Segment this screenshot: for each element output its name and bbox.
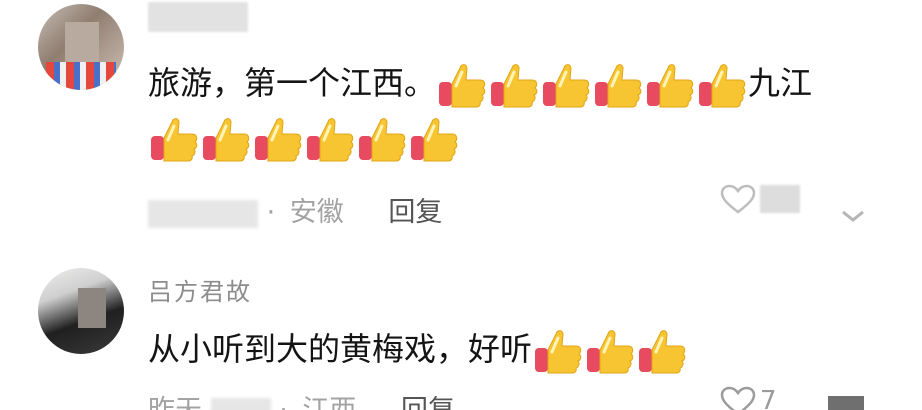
avatar[interactable]	[38, 268, 124, 354]
comment-meta: · 安徽 回复	[148, 190, 442, 229]
like-button[interactable]	[720, 184, 804, 214]
username[interactable]: 吕方君故	[148, 272, 252, 307]
more-icon[interactable]	[828, 396, 864, 410]
time-redacted	[148, 199, 258, 228]
thumbs-up-emoji	[200, 114, 252, 164]
comment-meta: 昨天 · 江西 回复	[148, 388, 455, 410]
like-button[interactable]: 7	[720, 386, 777, 410]
thumbs-up-emoji	[488, 60, 540, 110]
thumbs-up-emoji	[584, 326, 636, 376]
thumbs-up-emoji	[696, 60, 748, 110]
heart-outline-icon	[720, 386, 756, 410]
avatar[interactable]	[38, 4, 124, 90]
username[interactable]	[148, 2, 258, 36]
thumbs-up-emoji	[252, 114, 304, 164]
separator-dot: ·	[279, 395, 288, 410]
thumbs-up-emoji	[408, 114, 460, 164]
username-redacted	[148, 2, 248, 32]
thumbs-up-emoji	[540, 60, 592, 110]
thumbs-up-emoji	[356, 114, 408, 164]
chevron-down-icon[interactable]	[840, 208, 866, 224]
thumbs-up-emoji	[304, 114, 356, 164]
reply-button[interactable]: 回复	[388, 197, 442, 228]
heart-outline-icon	[720, 184, 756, 214]
thumbs-up-emoji	[636, 326, 688, 376]
comment-text: 从小听到大的黄梅戏，好听	[148, 322, 882, 376]
separator-dot: ·	[266, 197, 276, 228]
comment-text-part-1: 旅游，第一个江西。	[148, 64, 437, 102]
thumbs-up-emoji	[532, 326, 584, 376]
time-redacted	[210, 397, 271, 410]
thumbs-group	[436, 64, 748, 108]
thumbs-group	[148, 118, 460, 162]
comment-list: 旅游，第一个江西。 九江 · 安徽 回复 吕方君故 从小听到大的黄梅戏，好听 7	[0, 0, 922, 410]
like-count: 7	[760, 386, 777, 410]
comment-text: 旅游，第一个江西。 九江	[148, 56, 882, 164]
thumbs-group	[532, 330, 688, 374]
timestamp: 昨天	[148, 395, 202, 410]
like-count-redacted	[760, 185, 800, 213]
reply-button[interactable]: 回复	[401, 395, 455, 410]
thumbs-up-emoji	[436, 60, 488, 110]
comment-item: 旅游，第一个江西。 九江 · 安徽 回复	[0, 0, 922, 250]
thumbs-up-emoji	[644, 60, 696, 110]
comment-text-body: 从小听到大的黄梅戏，好听	[148, 330, 533, 368]
thumbs-up-emoji	[148, 114, 200, 164]
comment-text-part-2: 九江	[748, 64, 813, 102]
location: 江西	[302, 395, 356, 410]
location: 安徽	[289, 197, 344, 228]
comment-item: 吕方君故 从小听到大的黄梅戏，好听 昨天 · 江西 回复 7	[0, 258, 922, 410]
thumbs-up-emoji	[592, 60, 644, 110]
